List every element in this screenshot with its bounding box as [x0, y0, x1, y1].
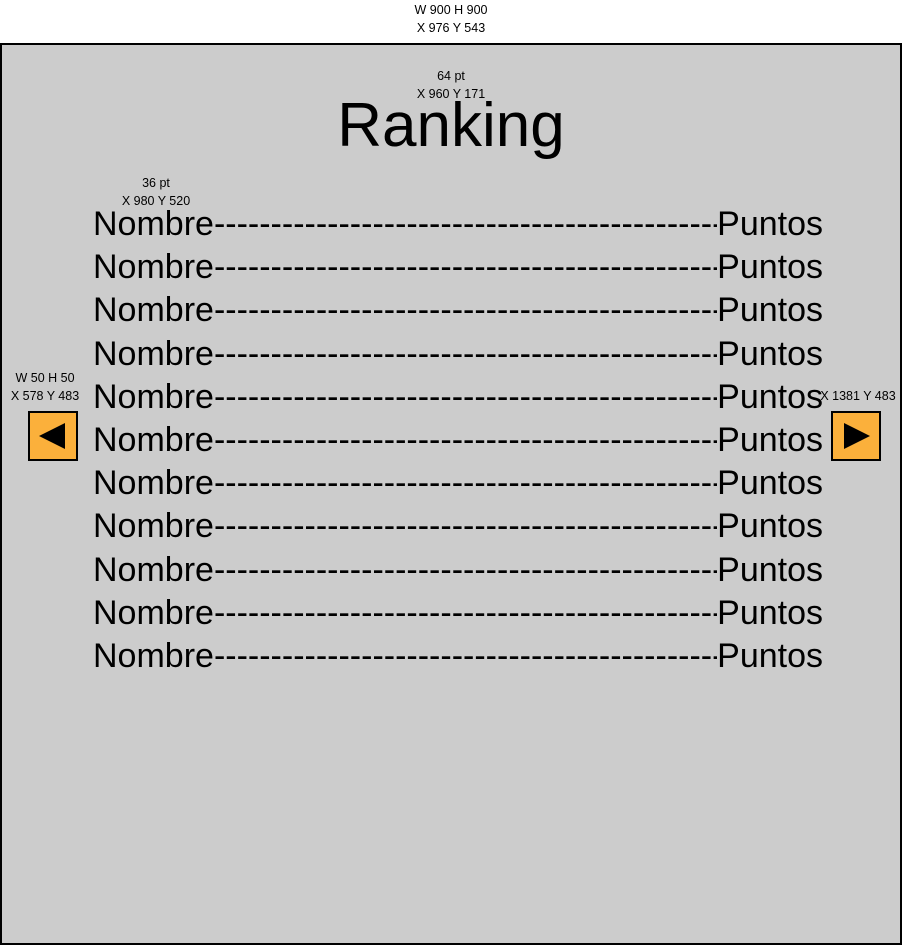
- player-points: Puntos: [717, 205, 823, 243]
- player-points: Puntos: [717, 550, 823, 589]
- dotted-leader: ----------------------------------------…: [213, 205, 717, 243]
- player-name: Nombre: [93, 420, 214, 459]
- ranking-screen: 64 pt X 960 Y 171 Ranking 36 pt X 980 Y …: [0, 43, 902, 945]
- ranking-list: Nombre ----------------------------------…: [93, 203, 823, 678]
- frame-size-annotation: W 900 H 900: [414, 3, 488, 17]
- dotted-leader: ----------------------------------------…: [213, 636, 717, 675]
- ranking-row: Nombre ----------------------------------…: [93, 203, 823, 246]
- triangle-left-icon: [39, 423, 65, 449]
- right-button-position-annotation: X 1381 Y 483: [820, 389, 896, 403]
- frame-position-annotation: X 976 Y 543: [416, 21, 486, 35]
- ranking-row: Nombre ----------------------------------…: [93, 505, 823, 548]
- player-name: Nombre: [93, 550, 214, 589]
- row-size-annotation: 36 pt: [142, 176, 170, 190]
- player-name: Nombre: [93, 334, 214, 373]
- player-name: Nombre: [93, 507, 214, 546]
- dotted-leader: ----------------------------------------…: [213, 550, 717, 589]
- ranking-row: Nombre ----------------------------------…: [93, 549, 823, 592]
- dotted-leader: ----------------------------------------…: [213, 420, 717, 459]
- player-points: Puntos: [717, 507, 823, 546]
- ranking-row: Nombre ----------------------------------…: [93, 376, 823, 419]
- player-points: Puntos: [717, 593, 823, 632]
- ranking-row: Nombre ----------------------------------…: [93, 592, 823, 635]
- dotted-leader: ----------------------------------------…: [213, 593, 717, 632]
- player-name: Nombre: [93, 464, 214, 503]
- dotted-leader: ----------------------------------------…: [213, 248, 717, 287]
- player-name: Nombre: [93, 205, 214, 243]
- dotted-leader: ----------------------------------------…: [213, 291, 717, 330]
- ranking-row: Nombre ----------------------------------…: [93, 289, 823, 332]
- player-name: Nombre: [93, 593, 214, 632]
- player-name: Nombre: [93, 636, 214, 675]
- dotted-leader: ----------------------------------------…: [213, 377, 717, 416]
- player-points: Puntos: [717, 248, 823, 287]
- player-points: Puntos: [717, 291, 823, 330]
- player-points: Puntos: [717, 464, 823, 503]
- ranking-row: Nombre ----------------------------------…: [93, 462, 823, 505]
- ranking-row: Nombre ----------------------------------…: [93, 419, 823, 462]
- dotted-leader: ----------------------------------------…: [213, 334, 717, 373]
- ranking-row: Nombre ----------------------------------…: [93, 635, 823, 678]
- page-title: Ranking: [337, 91, 565, 160]
- left-button-position-annotation: X 578 Y 483: [10, 389, 80, 403]
- next-page-button[interactable]: [831, 411, 881, 461]
- player-points: Puntos: [717, 334, 823, 373]
- previous-page-button[interactable]: [28, 411, 78, 461]
- triangle-right-icon: [844, 423, 870, 449]
- dotted-leader: ----------------------------------------…: [213, 464, 717, 503]
- player-points: Puntos: [717, 636, 823, 675]
- title-size-annotation: 64 pt: [437, 69, 465, 83]
- player-name: Nombre: [93, 291, 214, 330]
- ranking-row: Nombre ----------------------------------…: [93, 246, 823, 289]
- ranking-row: Nombre ----------------------------------…: [93, 333, 823, 376]
- player-points: Puntos: [717, 377, 823, 416]
- player-name: Nombre: [93, 248, 214, 287]
- player-points: Puntos: [717, 420, 823, 459]
- player-name: Nombre: [93, 377, 214, 416]
- button-size-annotation: W 50 H 50: [15, 371, 75, 385]
- dotted-leader: ----------------------------------------…: [213, 507, 717, 546]
